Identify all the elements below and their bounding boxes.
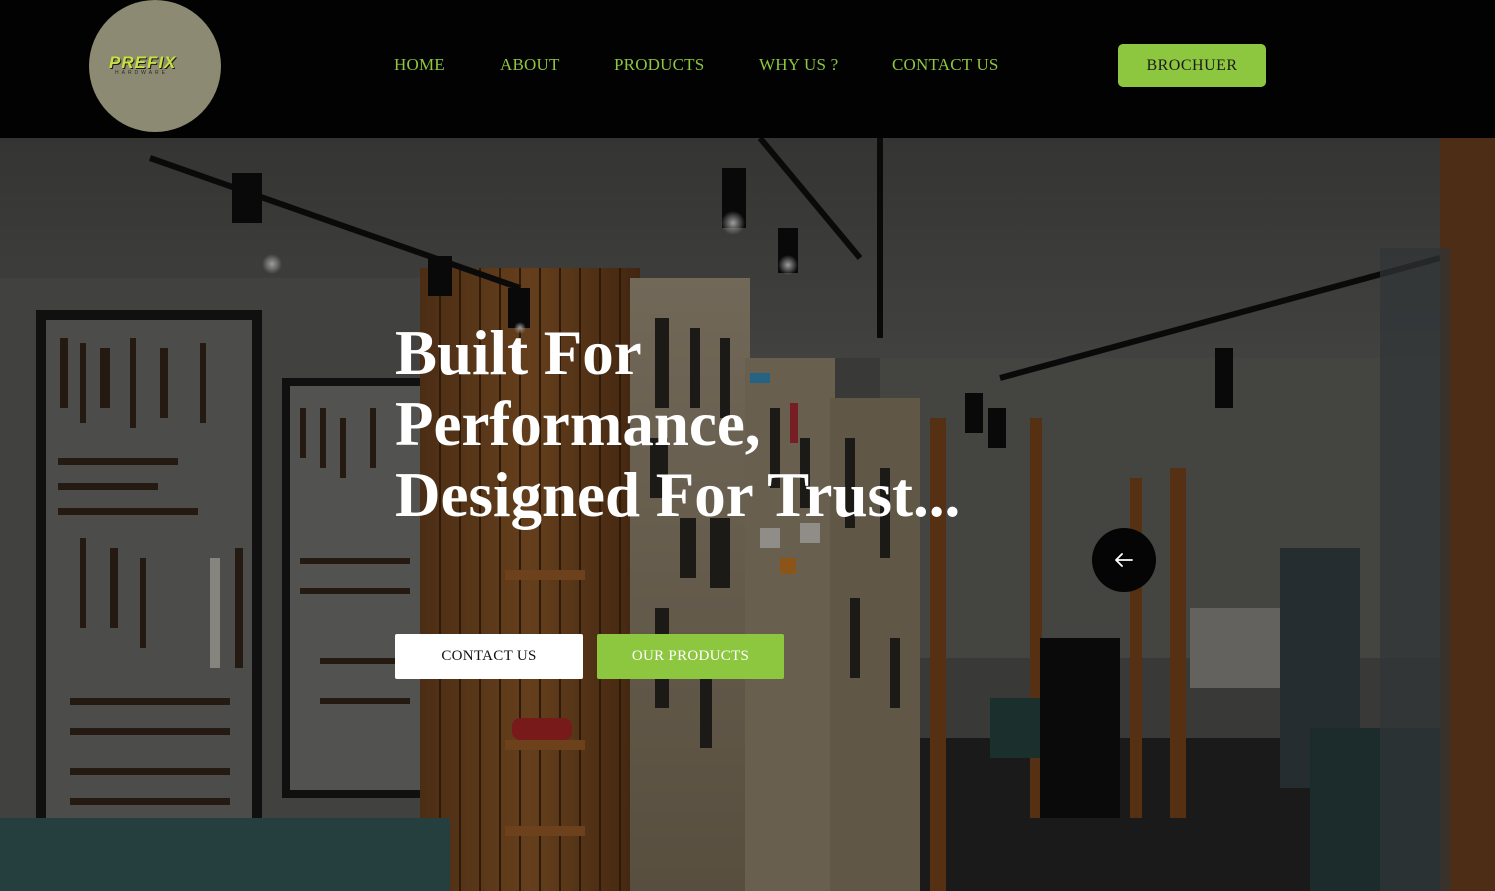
hero-heading: Built For Performance, Designed For Trus… bbox=[395, 318, 1095, 531]
our-products-button[interactable]: OUR PRODUCTS bbox=[597, 634, 784, 679]
brochure-button[interactable]: BROCHUER bbox=[1118, 44, 1266, 87]
nav-contact-us[interactable]: CONTACT US bbox=[892, 55, 999, 75]
hero-heading-line: Built For bbox=[395, 318, 642, 388]
nav-about[interactable]: ABOUT bbox=[500, 55, 560, 75]
logo-subtext: HARDWARE bbox=[115, 70, 168, 76]
logo[interactable]: PREFIX HARDWARE bbox=[89, 0, 221, 132]
logo-mark: PREFIX HARDWARE bbox=[109, 53, 201, 79]
nav-why-us[interactable]: WHY US ? bbox=[759, 55, 838, 75]
slider-prev-button[interactable] bbox=[1092, 528, 1156, 592]
arrow-left-icon bbox=[1115, 553, 1133, 567]
nav-products[interactable]: PRODUCTS bbox=[614, 55, 704, 75]
site-header: PREFIX HARDWARE HOME ABOUT PRODUCTS WHY … bbox=[0, 0, 1495, 138]
hero-section: Built For Performance, Designed For Trus… bbox=[0, 138, 1495, 891]
hero-heading-line: Designed For Trust... bbox=[395, 460, 961, 530]
contact-us-button[interactable]: CONTACT US bbox=[395, 634, 583, 679]
nav-home[interactable]: HOME bbox=[394, 55, 445, 75]
hero-heading-line: Performance, bbox=[395, 389, 761, 459]
